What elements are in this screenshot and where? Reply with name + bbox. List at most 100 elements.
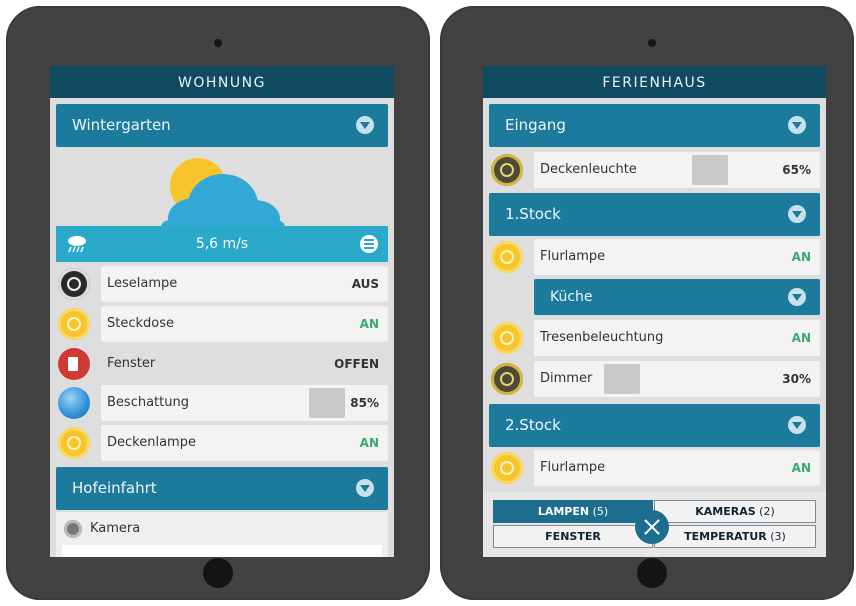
tab-lampen[interactable]: LAMPEN (5): [493, 500, 653, 523]
home-button[interactable]: [203, 558, 233, 588]
device-label: Steckdose: [107, 316, 174, 331]
lamp-icon: [491, 154, 523, 186]
tab-fenster[interactable]: FENSTER: [493, 525, 653, 548]
section-1-stock[interactable]: 1.Stock: [489, 193, 820, 236]
device-label: Fenster: [107, 356, 156, 371]
lamp-icon: [491, 241, 523, 273]
screen-ferienhaus: FERIENHAUS Eingang Deckenleuchte 65% 1.S…: [483, 66, 826, 557]
lamp-icon: [58, 427, 90, 459]
rain-cloud-icon: [68, 236, 86, 253]
device-status: AN: [791, 461, 811, 475]
device-status: AUS: [351, 277, 379, 291]
shade-icon: [58, 387, 90, 419]
device-status: OFFEN: [334, 357, 379, 371]
chevron-down-icon[interactable]: [788, 116, 806, 134]
camera-panel[interactable]: Kamera: [56, 512, 388, 557]
tab-label: LAMPEN: [537, 505, 590, 518]
camera-dot: [648, 39, 656, 47]
window-icon: [58, 348, 90, 380]
device-card[interactable]: Dimmer 30%: [534, 361, 820, 397]
tab-count: (3): [770, 530, 786, 543]
device-card[interactable]: Deckenlampe AN: [101, 425, 388, 461]
device-row-deckenlampe[interactable]: Deckenlampe AN: [56, 425, 388, 461]
device-status: AN: [791, 250, 811, 264]
page-title: WOHNUNG: [50, 66, 394, 98]
chevron-down-icon[interactable]: [356, 479, 374, 497]
screen-wohnung: WOHNUNG Wintergarten 5,6 m/s Leselampe A…: [50, 66, 394, 557]
device-row-dimmer[interactable]: Dimmer 30%: [489, 361, 820, 397]
lamp-icon: [491, 452, 523, 484]
device-label: Leselampe: [107, 276, 178, 291]
device-row-flurlampe-2[interactable]: Flurlampe AN: [489, 450, 820, 486]
device-card[interactable]: Steckdose AN: [101, 306, 388, 342]
device-row-deckenleuchte[interactable]: Deckenleuchte 65%: [489, 152, 820, 188]
device-status: AN: [359, 436, 379, 450]
tab-count: (5): [592, 505, 609, 518]
camera-preview[interactable]: [62, 545, 382, 557]
device-row-fenster: Fenster OFFEN: [56, 346, 388, 382]
device-card[interactable]: Beschattung 85%: [101, 385, 388, 421]
device-status: AN: [359, 317, 379, 331]
lamp-icon: [58, 268, 90, 300]
section-2-stock[interactable]: 2.Stock: [489, 404, 820, 447]
subsection-kueche[interactable]: Küche: [534, 279, 820, 315]
device-row-tresenbeleuchtung[interactable]: Tresenbeleuchtung AN: [489, 320, 820, 356]
tab-temperatur[interactable]: TEMPERATUR (3): [654, 525, 816, 548]
device-card[interactable]: Tresenbeleuchtung AN: [534, 320, 820, 356]
wind-speed-bar: 5,6 m/s: [56, 226, 388, 262]
wind-speed-value: 5,6 m/s: [195, 236, 249, 252]
device-card: Fenster OFFEN: [101, 346, 388, 382]
home-button[interactable]: [637, 558, 667, 588]
tab-count: (2): [759, 505, 775, 518]
device-label: Deckenleuchte: [540, 162, 637, 177]
chevron-down-icon[interactable]: [788, 416, 806, 434]
close-icon[interactable]: [635, 510, 669, 544]
device-label: Flurlampe: [540, 460, 606, 475]
tab-label: FENSTER: [545, 530, 601, 543]
chevron-down-icon[interactable]: [788, 288, 806, 306]
section-hofeinfahrt[interactable]: Hofeinfahrt: [56, 467, 388, 510]
device-status: 30%: [782, 372, 811, 386]
device-label: Deckenlampe: [107, 435, 196, 450]
slider-handle[interactable]: [309, 388, 345, 418]
slider-handle[interactable]: [604, 364, 640, 394]
device-label: Tresenbeleuchtung: [540, 330, 664, 345]
section-label: 2.Stock: [505, 416, 561, 434]
menu-icon[interactable]: [360, 235, 378, 253]
camera-dot: [214, 39, 222, 47]
page-title: FERIENHAUS: [483, 66, 826, 98]
tablet-left: WOHNUNG Wintergarten 5,6 m/s Leselampe A…: [6, 6, 430, 600]
device-row-leselampe[interactable]: Leselampe AUS: [56, 266, 388, 302]
tab-label: KAMERAS: [695, 505, 756, 518]
chevron-down-icon[interactable]: [788, 205, 806, 223]
tablet-right: FERIENHAUS Eingang Deckenleuchte 65% 1.S…: [440, 6, 854, 600]
slider-handle[interactable]: [692, 155, 728, 185]
section-label: Eingang: [505, 116, 566, 134]
section-label: Hofeinfahrt: [72, 479, 157, 497]
device-card[interactable]: Flurlampe AN: [534, 239, 820, 275]
camera-icon: [64, 520, 82, 538]
section-eingang[interactable]: Eingang: [489, 104, 820, 147]
lamp-icon: [491, 322, 523, 354]
section-label: 1.Stock: [505, 205, 561, 223]
socket-icon: [58, 308, 90, 340]
device-status: 85%: [350, 396, 379, 410]
camera-label: Kamera: [90, 521, 141, 536]
device-card[interactable]: Flurlampe AN: [534, 450, 820, 486]
device-label: Dimmer: [540, 371, 593, 386]
weather-widget: [50, 122, 394, 240]
device-row-beschattung[interactable]: Beschattung 85%: [56, 385, 388, 421]
device-label: Beschattung: [107, 395, 189, 410]
device-status: 65%: [782, 163, 811, 177]
device-card[interactable]: Deckenleuchte 65%: [534, 152, 820, 188]
filter-tab-bar: LAMPEN (5) KAMERAS (2) FENSTER TEMPERATU…: [483, 492, 826, 557]
tab-label: TEMPERATUR: [684, 530, 767, 543]
tab-kameras[interactable]: KAMERAS (2): [654, 500, 816, 523]
device-row-steckdose[interactable]: Steckdose AN: [56, 306, 388, 342]
section-label: Küche: [550, 289, 593, 305]
device-status: AN: [791, 331, 811, 345]
device-label: Flurlampe: [540, 249, 606, 264]
device-row-flurlampe[interactable]: Flurlampe AN: [489, 239, 820, 275]
lamp-icon: [491, 363, 523, 395]
device-card[interactable]: Leselampe AUS: [101, 266, 388, 302]
